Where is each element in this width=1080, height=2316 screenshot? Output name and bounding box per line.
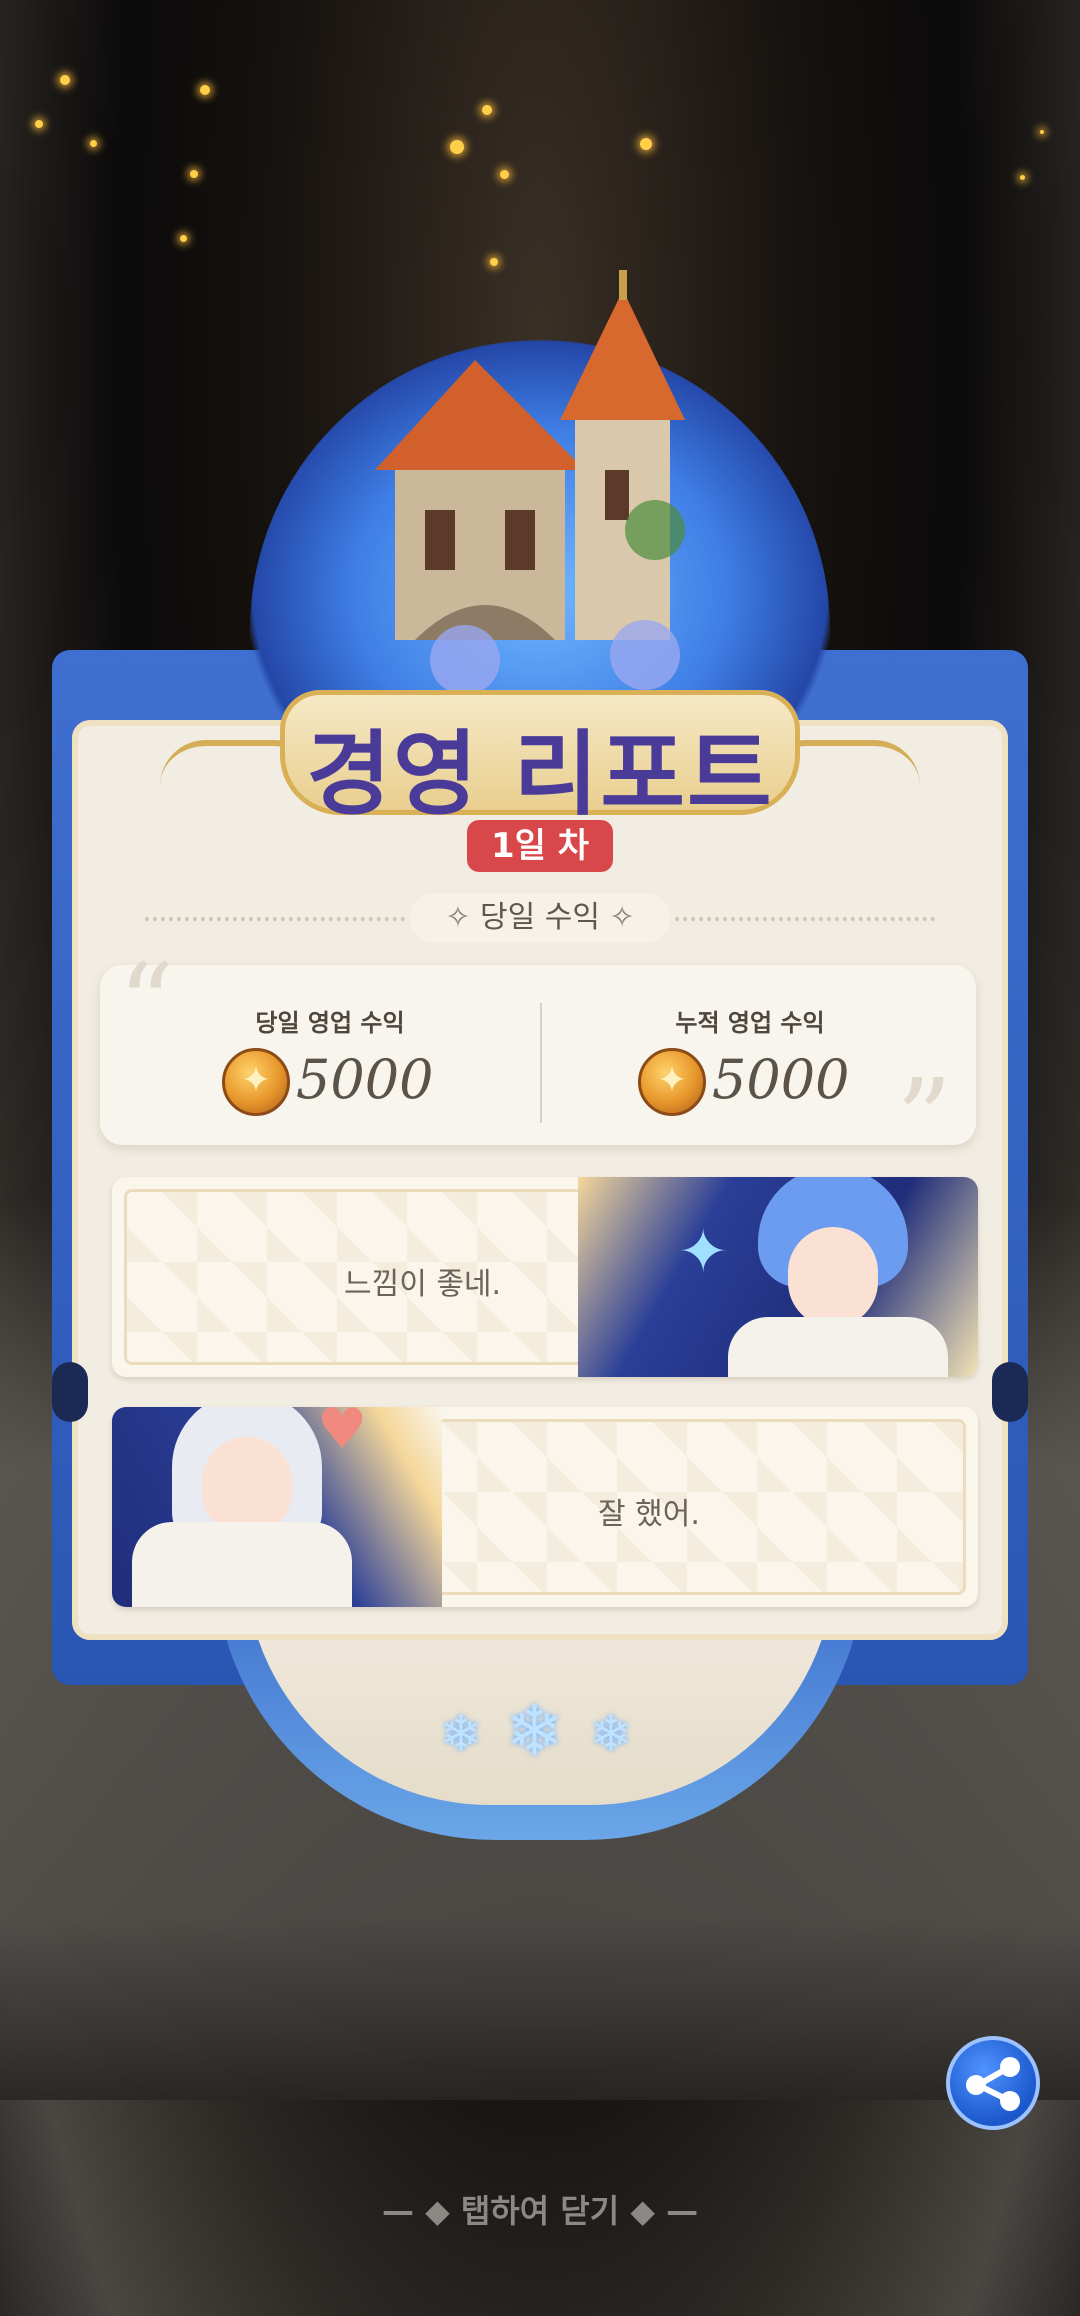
frame-notch-right [992,1362,1028,1422]
daily-revenue-value: 5000 [296,1048,434,1111]
frame-notch-left [52,1362,88,1422]
sparkle [500,170,509,179]
snowflake-icon: ❄ [590,1705,632,1763]
portrait-face [788,1227,878,1327]
daily-revenue-label: 당일 영업 수익 [255,1009,405,1037]
section-label: ✧ 당일 수익 ✧ [410,893,670,943]
day-badge: 1일 차 [467,820,613,872]
section-label-text: 당일 수익 [480,900,600,935]
dialog-card-2: 잘 했어. ♥ [112,1407,978,1607]
sparkle [190,170,198,178]
total-revenue-label: 누적 영업 수익 [675,1009,825,1037]
share-icon [966,2057,1020,2111]
sparkle [1020,175,1025,180]
sparkle [482,105,492,115]
tap-to-close[interactable]: — ◆ 탭하여 닫기 ◆ — [0,2186,1080,2232]
share-button[interactable] [946,2036,1040,2130]
total-revenue-value: 5000 [712,1048,850,1111]
snowflake-icon: ❄ [440,1705,482,1763]
page-title: 경영 리포트 [306,720,774,828]
sparkle [1040,130,1044,134]
sparkle [450,140,464,154]
sparkle [180,235,187,242]
ornament-right-icon: ◆ — [619,2192,699,2230]
himmel-portrait: ✦ [578,1177,978,1377]
quote-close-icon: ” [896,1055,953,1183]
dialog-text-1: 느낌이 좋네. [344,1267,502,1302]
sparkle [640,138,652,150]
sparkle [490,258,498,266]
diamond-icon: ✧ [445,900,481,935]
frieren-portrait: ♥ [112,1407,442,1607]
divider-right [675,917,935,921]
coin-icon: ✦ [638,1048,706,1116]
sparkle [35,120,43,128]
tap-to-close-label: 탭하여 닫기 [460,2192,620,2230]
dialog-card-1: 느낌이 좋네. ✦ [112,1177,978,1377]
sparkle [90,140,97,147]
sparkle-icon: ✦ [678,1217,729,1287]
sparkle [60,75,70,85]
diamond-icon: ✧ [599,900,635,935]
castle-illustration [375,270,685,690]
dialog-text-2: 잘 했어. [598,1497,700,1532]
sparkle [200,85,210,95]
portrait-cloak [132,1522,352,1607]
portrait-cloak [728,1317,948,1377]
coin-icon: ✦ [222,1048,290,1116]
divider-left [145,917,405,921]
revenue-divider [540,1003,542,1123]
heart-icon: ♥ [317,1407,368,1462]
snowflake-icon: ❄ [505,1690,564,1772]
ornament-left-icon: — ◆ [381,2192,461,2230]
